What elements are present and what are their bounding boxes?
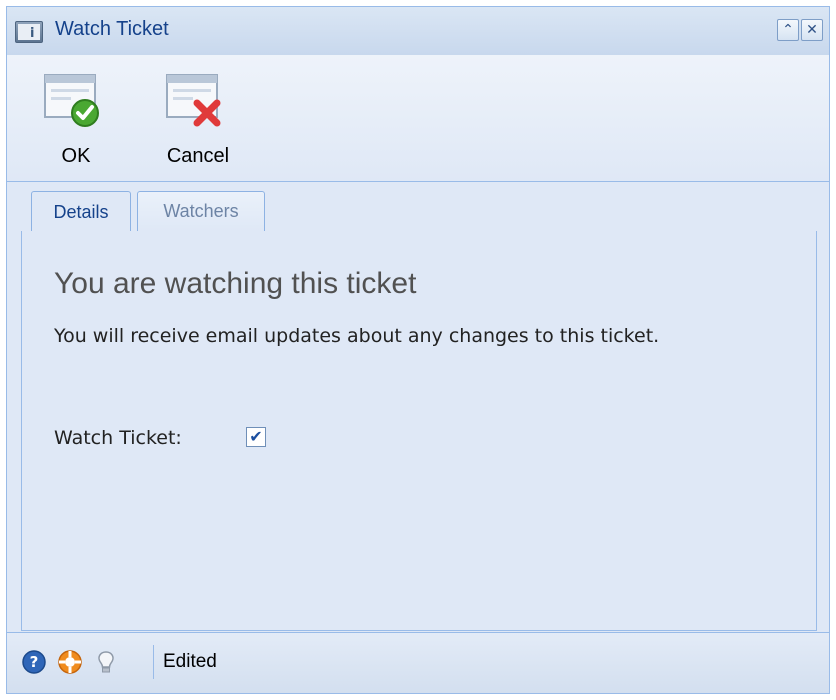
status-text: Edited (163, 651, 217, 672)
checkmark-icon: ✔ (249, 427, 263, 446)
ok-button[interactable]: OK (31, 63, 121, 175)
close-button[interactable]: ✕ (801, 19, 823, 41)
lightbulb-icon[interactable] (93, 649, 119, 675)
collapse-button[interactable]: ⌃ (777, 19, 799, 41)
details-heading: You are watching this ticket (54, 267, 417, 300)
window-check-icon (44, 74, 99, 127)
support-lifebuoy-icon[interactable] (57, 649, 83, 675)
help-icon[interactable]: ? (21, 649, 47, 675)
status-bar: ? Edited (7, 632, 829, 693)
svg-text:?: ? (30, 653, 39, 671)
window-cross-icon (166, 74, 221, 127)
toolbar: OK Cancel (7, 55, 829, 182)
tab-watchers-label: Watchers (163, 201, 239, 221)
watch-ticket-label: Watch Ticket: (54, 427, 182, 449)
tab-strip: Details Watchers (21, 187, 817, 232)
window-title: Watch Ticket (55, 18, 169, 40)
details-panel: You are watching this ticket You will re… (21, 231, 817, 631)
ok-label: OK (61, 145, 91, 167)
details-description: You will receive email updates about any… (54, 325, 660, 347)
status-separator (153, 645, 154, 679)
title-bar: i Watch Ticket ⌃ ✕ (7, 7, 829, 56)
watch-ticket-checkbox[interactable]: ✔ (246, 427, 266, 447)
tab-details-label: Details (53, 201, 109, 222)
double-chevron-up-icon: ⌃ (782, 22, 794, 38)
tab-watchers[interactable]: Watchers (137, 191, 265, 231)
info-window-icon: i (15, 21, 43, 43)
watch-ticket-window: i Watch Ticket ⌃ ✕ OK Cancel Details Wat… (6, 6, 830, 694)
cancel-label: Cancel (166, 145, 230, 167)
close-icon: ✕ (806, 22, 818, 38)
tab-details[interactable]: Details (31, 191, 131, 232)
cancel-button[interactable]: Cancel (153, 63, 243, 175)
